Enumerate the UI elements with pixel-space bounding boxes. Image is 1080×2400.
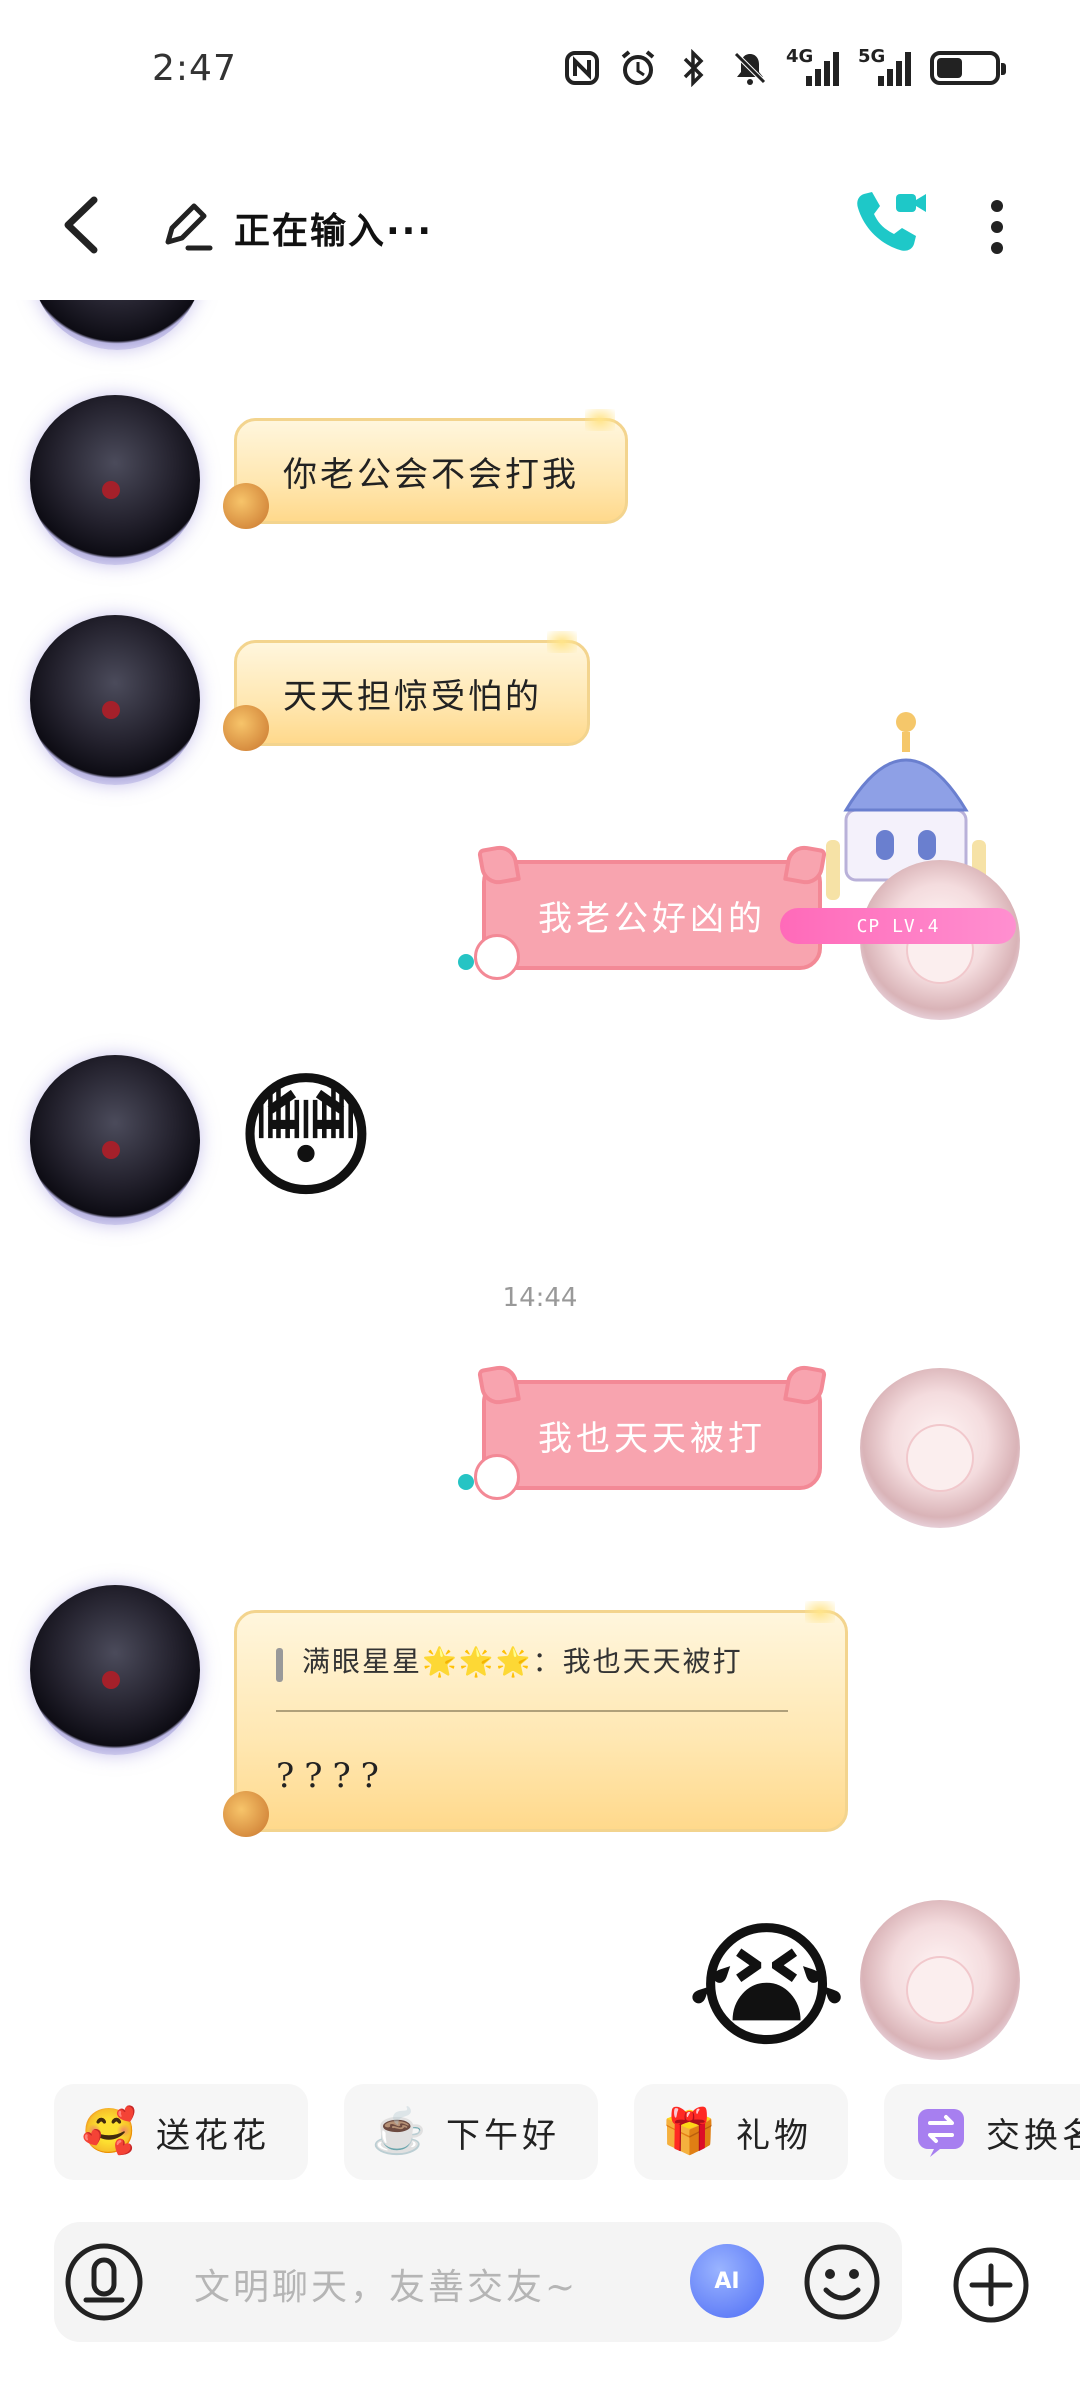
status-bar: 2:47 4G 5G xyxy=(0,0,1080,140)
avatar-self[interactable] xyxy=(860,1900,1020,2060)
chat-list[interactable]: 你老公会不会打我 天天担惊受怕的 我老公好凶的 CP LV.4 😳 14:44 xyxy=(0,300,1080,2080)
avatar[interactable] xyxy=(32,300,202,350)
monkey-sticker-icon xyxy=(223,1791,269,1837)
avatar[interactable] xyxy=(30,615,200,785)
quick-action-label: 礼物 xyxy=(736,2115,812,2156)
sparkle-icon xyxy=(585,409,615,431)
avatar[interactable] xyxy=(30,1055,200,1225)
plus-icon xyxy=(953,2247,1029,2323)
video-call-button[interactable] xyxy=(848,184,930,266)
phone-video-icon xyxy=(857,192,926,251)
typing-pencil-icon xyxy=(160,198,216,254)
quick-action-label: 下午好 xyxy=(446,2115,560,2156)
alarm-icon xyxy=(618,48,658,88)
exchange-icon xyxy=(914,2105,968,2159)
sparkle-icon xyxy=(547,631,577,653)
mute-icon xyxy=(730,48,770,88)
quick-action-gift[interactable]: 🎁 礼物 xyxy=(634,2084,848,2180)
typing-status: 正在输入··· xyxy=(234,211,434,252)
emoji-button[interactable] xyxy=(802,2242,882,2322)
cat-ear-icon xyxy=(782,842,828,888)
paw-icon xyxy=(474,1454,520,1500)
signal-4g-icon: 4G xyxy=(786,48,842,88)
signal-5g-icon: 5G xyxy=(858,48,914,88)
quick-action-good-afternoon[interactable]: ☕ 下午好 xyxy=(344,2084,598,2180)
more-actions-button[interactable] xyxy=(952,2246,1030,2324)
back-arrow-icon xyxy=(64,196,98,254)
voice-input-button[interactable] xyxy=(64,2242,144,2322)
avatar[interactable] xyxy=(30,1585,200,1755)
quote-bar xyxy=(276,1648,283,1682)
battery-level xyxy=(937,58,962,78)
paw-icon xyxy=(474,934,520,980)
more-vertical-icon xyxy=(991,200,1003,254)
quoted-message[interactable]: 满眼星星🌟🌟🌟：我也天天被打 xyxy=(302,1640,743,1680)
smiley-icon xyxy=(804,2244,880,2320)
microphone-icon xyxy=(65,2243,143,2321)
battery-icon xyxy=(930,51,1006,85)
more-options-button[interactable] xyxy=(974,192,1020,262)
chat-header: 正在输入··· xyxy=(0,160,1080,290)
crying-emoji-icon[interactable]: 😭 xyxy=(686,1918,847,2056)
quick-actions-bar[interactable]: 🥰 送花花 ☕ 下午好 🎁 礼物 交换名 xyxy=(0,2084,1080,2184)
message-bubble[interactable]: 你老公会不会打我 xyxy=(223,409,628,529)
sparkle-icon xyxy=(805,1601,835,1623)
monkey-sticker-icon xyxy=(223,705,269,751)
timestamp: 14:44 xyxy=(502,1283,578,1313)
unread-dot xyxy=(458,1474,474,1490)
status-time: 2:47 xyxy=(152,48,237,89)
ai-assistant-button[interactable]: AI xyxy=(690,2244,764,2318)
unread-dot xyxy=(458,954,474,970)
message-text: 天天担惊受怕的 xyxy=(283,676,542,717)
cat-ear-icon xyxy=(476,1362,522,1408)
cat-ear-icon xyxy=(476,842,522,888)
cp-level-badge: CP LV.4 xyxy=(780,908,1016,944)
message-input-area[interactable]: 文明聊天，友善交友~ AI xyxy=(54,2222,902,2342)
message-bubble-self[interactable]: 我也天天被打 xyxy=(474,1362,828,1500)
avatar[interactable] xyxy=(30,395,200,565)
message-text: ???? xyxy=(276,1756,389,1796)
ai-label: AI xyxy=(714,2268,740,2294)
message-bubble[interactable]: 天天担惊受怕的 xyxy=(223,631,590,751)
avatar-self[interactable] xyxy=(860,1368,1020,1528)
flower-face-icon: 🥰 xyxy=(81,2106,141,2157)
quote-divider xyxy=(276,1710,788,1712)
quick-action-label: 交换名 xyxy=(986,2115,1080,2156)
quick-action-label: 送花花 xyxy=(156,2115,270,2156)
message-input[interactable]: 文明聊天，友善交友~ xyxy=(194,2258,578,2310)
message-text: 我也天天被打 xyxy=(538,1418,766,1459)
status-icons: 4G 5G xyxy=(562,48,1006,88)
quick-action-send-flower[interactable]: 🥰 送花花 xyxy=(54,2084,308,2180)
gift-icon: 🎁 xyxy=(661,2106,721,2157)
back-button[interactable] xyxy=(54,190,114,260)
quick-action-exchange[interactable]: 交换名 xyxy=(884,2084,1080,2180)
message-text: 你老公会不会打我 xyxy=(283,454,579,495)
message-text: 我老公好凶的 xyxy=(538,898,766,939)
message-bubble-self[interactable]: 我老公好凶的 xyxy=(474,842,828,980)
nfc-icon xyxy=(562,48,602,88)
cat-ear-icon xyxy=(782,1362,828,1408)
blushing-emoji-icon[interactable]: 😳 xyxy=(234,1068,378,1206)
bluetooth-icon xyxy=(674,48,714,88)
monkey-sticker-icon xyxy=(223,483,269,529)
coffee-icon: ☕ xyxy=(371,2106,431,2157)
